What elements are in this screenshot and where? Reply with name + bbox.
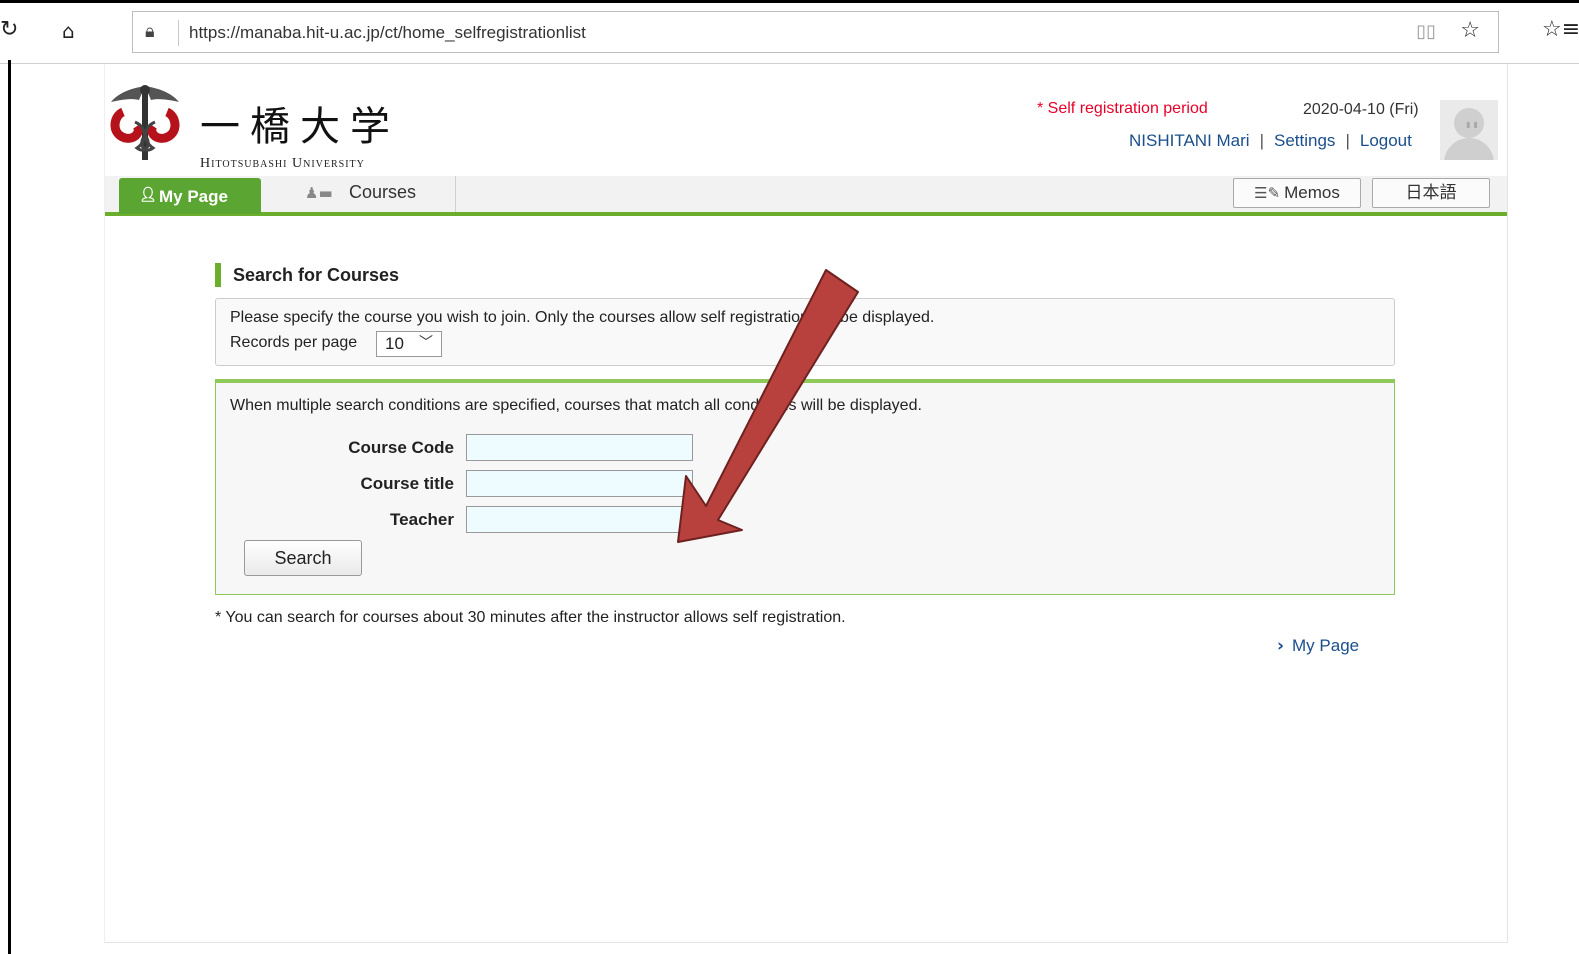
teacher-label: Teacher	[390, 510, 454, 529]
memo-edit-icon: ☰✎	[1254, 184, 1281, 202]
refresh-icon[interactable]: ↻	[0, 17, 18, 42]
tab-my-page-label: My Page	[159, 187, 228, 206]
address-divider	[178, 20, 179, 46]
avatar[interactable]: ▮▮	[1440, 100, 1498, 160]
footnote: * You can search for courses about 30 mi…	[215, 609, 846, 626]
avatar-eyes: ▮▮	[1466, 120, 1481, 129]
logo-kanji-text: 一橋大学	[200, 104, 400, 150]
language-button[interactable]: 日本語	[1372, 178, 1490, 208]
reading-view-icon[interactable]: ▯▯	[1416, 21, 1436, 42]
page-title: Search for Courses	[215, 263, 399, 287]
user-menu: NISHITANI Mari | Settings | Logout	[1129, 131, 1412, 151]
my-page-link-label: My Page	[1292, 636, 1360, 655]
records-per-page-select[interactable]: 10 ﹀	[376, 331, 442, 357]
settings-link[interactable]: Settings	[1274, 131, 1335, 150]
tab-courses[interactable]: ♟▬ Courses	[261, 176, 456, 212]
home-icon[interactable]: ⌂	[62, 19, 75, 43]
favorite-star-icon[interactable]: ☆	[1460, 18, 1480, 43]
records-per-page-value: 10	[385, 334, 404, 353]
favorites-list-icon[interactable]: ☆≡	[1542, 17, 1579, 42]
course-title-input[interactable]	[466, 470, 693, 497]
search-note: When multiple search conditions are spec…	[230, 397, 922, 414]
address-bar[interactable]: 🔒︎ https://manaba.hit-u.ac.jp/ct/home_se…	[132, 11, 1499, 53]
my-page-link[interactable]: › My Page	[1277, 636, 1359, 656]
search-button[interactable]: Search	[244, 540, 362, 576]
tab-courses-label: Courses	[349, 182, 417, 202]
main-nav: 👤︎ My Page ♟▬ Courses ☰✎ Memos 日本語	[105, 176, 1507, 216]
memos-label: Memos	[1284, 183, 1340, 202]
course-code-label: Course Code	[348, 438, 454, 457]
divider: |	[1259, 131, 1264, 150]
lock-icon: 🔒︎	[145, 21, 155, 42]
screenshot-frame-left	[8, 60, 11, 954]
self-registration-notice: * Self registration period	[1037, 100, 1208, 117]
teacher-input[interactable]	[466, 506, 693, 533]
chevron-down-icon: ﹀	[419, 335, 433, 351]
current-date: 2020-04-10 (Fri)	[1303, 101, 1419, 118]
search-form: When multiple search conditions are spec…	[215, 379, 1395, 595]
url-text[interactable]: https://manaba.hit-u.ac.jp/ct/home_selfr…	[189, 23, 586, 43]
mercury-emblem-icon	[110, 85, 180, 160]
user-name-link[interactable]: NISHITANI Mari	[1129, 131, 1250, 150]
university-logo[interactable]: 一橋大学 Hitotsubashi University	[105, 82, 435, 171]
course-title-label: Course title	[360, 474, 454, 493]
records-per-page-label: Records per page	[230, 334, 358, 351]
lecture-icon: ♟▬	[305, 184, 333, 202]
memos-button[interactable]: ☰✎ Memos	[1233, 178, 1361, 208]
manaba-page: 一橋大学 Hitotsubashi University * Self regi…	[104, 64, 1508, 943]
logout-link[interactable]: Logout	[1360, 131, 1412, 150]
logo-english-text: Hitotsubashi University	[200, 156, 365, 171]
avatar-body	[1444, 138, 1494, 160]
divider: |	[1345, 131, 1350, 150]
info-box: Please specify the course you wish to jo…	[215, 298, 1395, 366]
course-code-input[interactable]	[466, 434, 693, 461]
info-text: Please specify the course you wish to jo…	[230, 309, 935, 326]
person-icon: 👤︎	[139, 187, 157, 203]
tab-my-page[interactable]: 👤︎ My Page	[119, 178, 261, 214]
browser-toolbar: ↻ ⌂ 🔒︎ https://manaba.hit-u.ac.jp/ct/hom…	[0, 3, 1579, 64]
chevron-right-icon: ›	[1277, 636, 1285, 656]
